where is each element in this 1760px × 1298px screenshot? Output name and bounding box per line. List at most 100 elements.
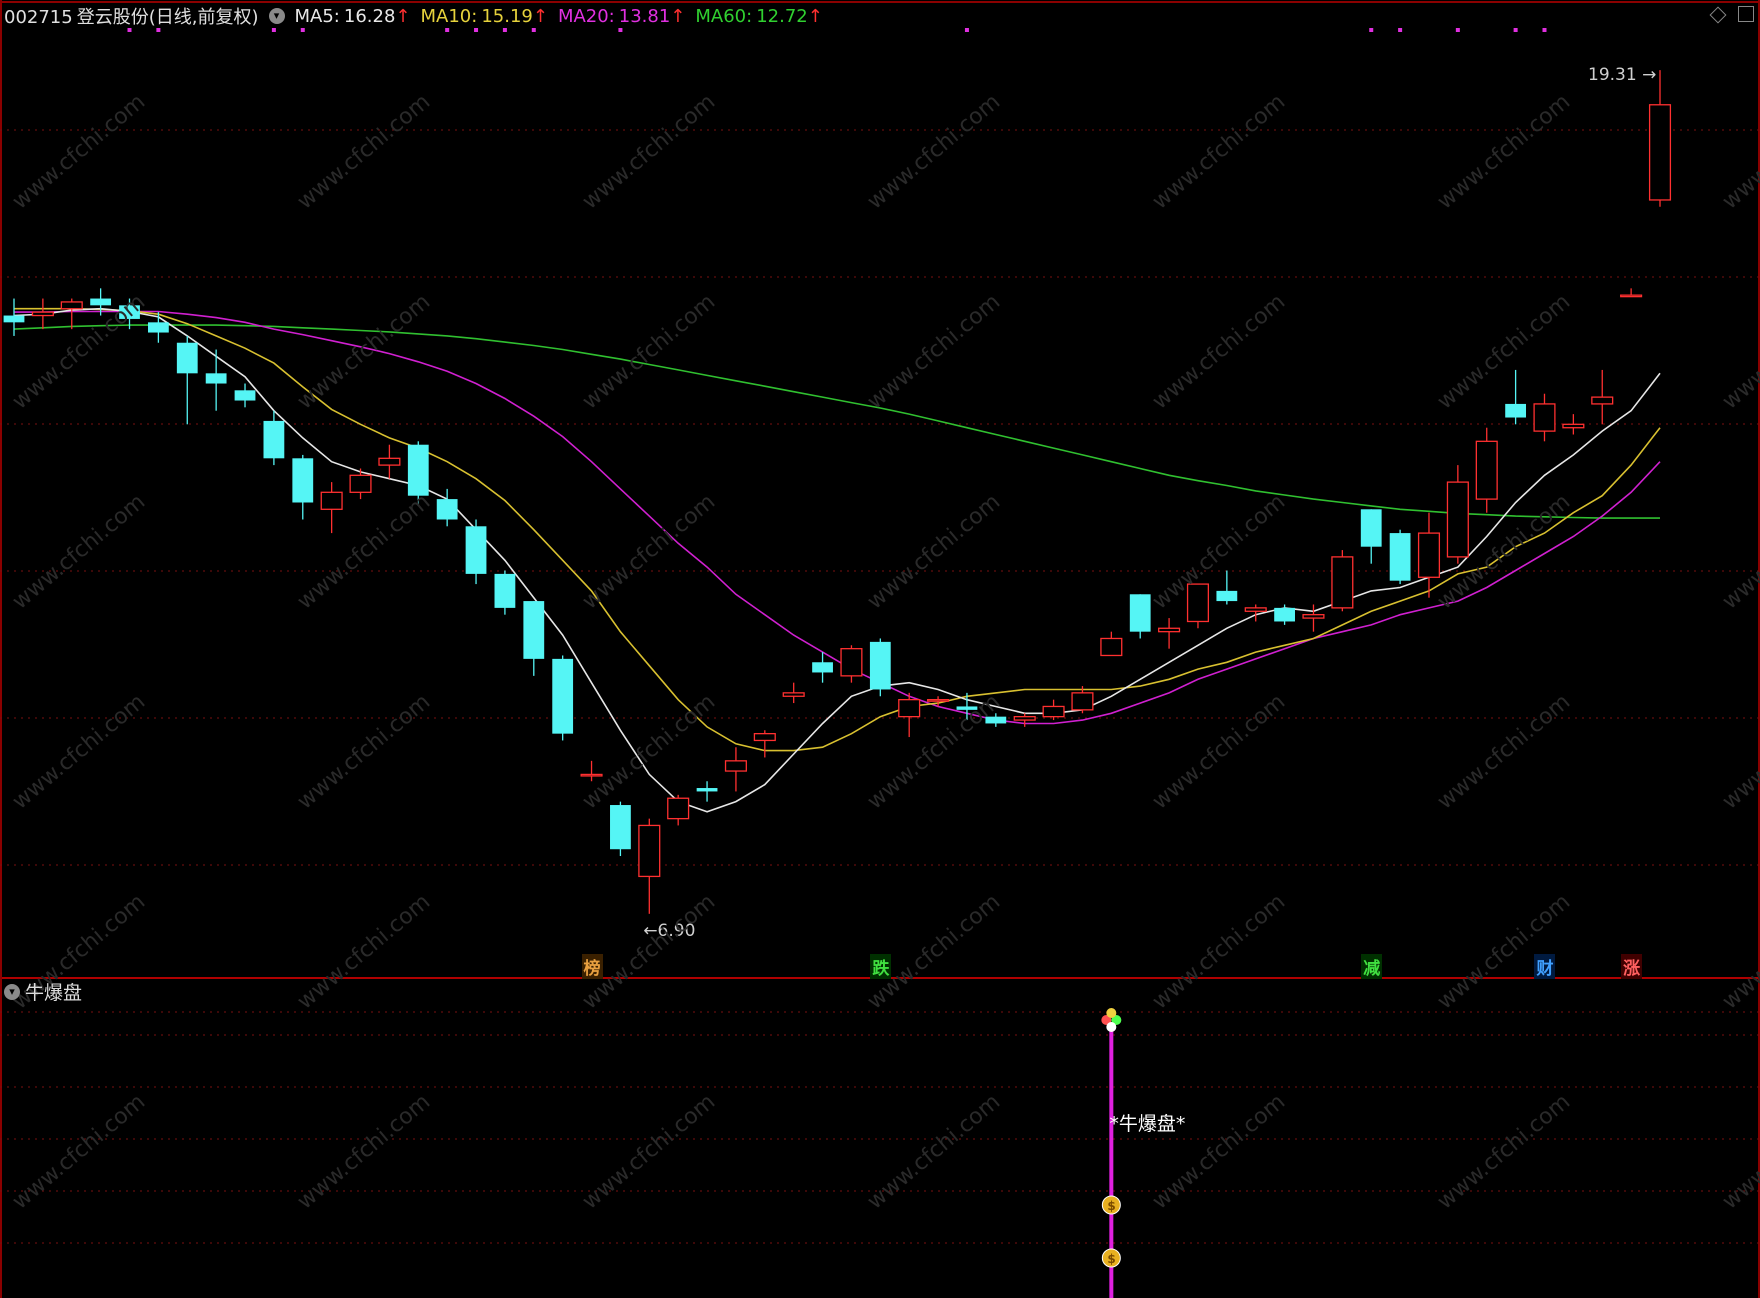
top-dot bbox=[1455, 28, 1460, 32]
top-dot bbox=[300, 28, 305, 32]
watermark: www.cfchi.com bbox=[863, 89, 1005, 214]
candle-body bbox=[753, 733, 776, 742]
candle-body bbox=[580, 773, 603, 777]
candle-body bbox=[667, 797, 690, 820]
settings-circle-icon[interactable]: ▾ bbox=[268, 8, 285, 24]
candle-body bbox=[1100, 637, 1123, 657]
candle-body bbox=[1129, 594, 1151, 632]
chart-stage[interactable]: 19.31 → ←6.90 $ $ *牛爆盘* www.cfchi.com www.cfch… bbox=[0, 0, 1760, 1298]
candle-body bbox=[1274, 607, 1295, 622]
top-dot bbox=[445, 28, 450, 32]
candle-body bbox=[1244, 607, 1267, 612]
candle-body bbox=[1071, 692, 1094, 711]
candle-body bbox=[1360, 509, 1382, 547]
candle-body bbox=[60, 301, 83, 310]
indicator-menu-icon[interactable]: ▾ bbox=[4, 983, 20, 1000]
candle-body bbox=[898, 699, 921, 718]
watermark: www.cfchi.com bbox=[8, 489, 150, 614]
candle-body bbox=[610, 805, 631, 850]
maximize-icon[interactable] bbox=[1738, 6, 1754, 22]
indicator-name: 牛爆盘 bbox=[25, 982, 83, 1004]
candle-body bbox=[1475, 440, 1498, 500]
candle-body bbox=[638, 824, 661, 878]
ma20-line bbox=[14, 310, 1661, 725]
money-bag-symbol: $ bbox=[1107, 1199, 1115, 1213]
watermark: www.cfchi.com bbox=[8, 89, 150, 214]
watermark: www.cfchi.com bbox=[1433, 689, 1575, 814]
watermark: www.cfchi.com bbox=[578, 289, 720, 414]
top-dot bbox=[1542, 28, 1547, 32]
candle-body bbox=[90, 298, 112, 306]
flower-icon bbox=[1106, 1008, 1117, 1018]
stock-code: 002715 bbox=[4, 7, 73, 28]
watermark: www.cfchi.com bbox=[293, 689, 435, 814]
signal-marker[interactable]: 涨 bbox=[1621, 954, 1643, 979]
candle-body bbox=[1417, 532, 1441, 578]
signal-marker[interactable]: 榜 bbox=[581, 954, 603, 979]
ma10-legend: MA10: 15.19↑ bbox=[420, 5, 548, 27]
watermark: www.cfchi.com bbox=[578, 89, 720, 214]
watermark: www.cfchi.com bbox=[1433, 1089, 1575, 1214]
candle-body bbox=[147, 322, 169, 333]
ma10-line bbox=[14, 307, 1661, 752]
ma5-line bbox=[13, 307, 1661, 813]
candle-body bbox=[869, 641, 891, 690]
candle-body bbox=[205, 373, 227, 384]
top-dot bbox=[531, 28, 536, 32]
flower-icon bbox=[1106, 1022, 1117, 1032]
candle-body bbox=[292, 458, 314, 503]
watermark: www.cfchi.com bbox=[578, 689, 720, 814]
watermark: www.cfchi.com bbox=[8, 689, 150, 814]
kline-chart[interactable]: 19.31 →←6.90$$*牛爆盘*www.cfchi.com www.cfch… bbox=[0, 0, 1760, 1298]
top-dot bbox=[1369, 28, 1374, 32]
candle-body bbox=[1389, 533, 1411, 581]
candle-body bbox=[1533, 403, 1556, 432]
candle-body bbox=[1013, 716, 1036, 721]
candle-body bbox=[782, 692, 805, 697]
candle-body bbox=[840, 648, 863, 677]
watermark: www.cfchi.com bbox=[1718, 289, 1760, 414]
watermark: www.cfchi.com bbox=[1718, 1089, 1760, 1214]
watermark: www.cfchi.com bbox=[1148, 289, 1290, 414]
signal-marker[interactable]: 减 bbox=[1361, 954, 1383, 979]
candle-body bbox=[1620, 294, 1643, 298]
candle-body bbox=[436, 499, 458, 520]
candle-body bbox=[1591, 396, 1614, 405]
candle-body bbox=[1042, 705, 1065, 718]
ma20-legend: MA20: 13.81↑ bbox=[557, 5, 686, 27]
watermark: www.cfchi.com bbox=[863, 689, 1005, 814]
stock-name: 登云股份 bbox=[76, 7, 149, 28]
top-dot bbox=[618, 28, 623, 32]
watermark: www.cfchi.com bbox=[293, 89, 435, 214]
high-price-label: 19.31 → bbox=[1588, 65, 1656, 85]
candle-body bbox=[552, 658, 574, 734]
ma60-legend: MA60: 12.72↑ bbox=[695, 5, 823, 27]
candle-body bbox=[1158, 627, 1181, 633]
watermark: www.cfchi.com bbox=[1433, 889, 1575, 1014]
watermark: www.cfchi.com bbox=[1433, 289, 1575, 414]
candle-body bbox=[1562, 423, 1585, 429]
candle-body bbox=[378, 457, 401, 466]
top-dot bbox=[1513, 28, 1518, 32]
ma5-legend: MA5: 16.28↑ bbox=[294, 5, 411, 27]
chart-header: 002715 登云股份(日线,前复权) ▾ MA5: 16.28↑ MA10: 15.… bbox=[4, 4, 833, 29]
candle-body bbox=[812, 662, 833, 673]
watermark: www.cfchi.com bbox=[1718, 889, 1760, 1014]
watermark: www.cfchi.com bbox=[1718, 689, 1760, 814]
candle-body bbox=[349, 474, 372, 493]
watermark: www.cfchi.com bbox=[578, 489, 720, 614]
watermark: www.cfchi.com bbox=[1148, 89, 1290, 214]
signal-marker[interactable]: 跌 bbox=[870, 954, 892, 979]
candle-body bbox=[465, 526, 487, 574]
watermark: www.cfchi.com bbox=[1148, 889, 1290, 1014]
watermark: www.cfchi.com bbox=[293, 289, 435, 414]
stock-period: (日线,前复权) bbox=[148, 7, 259, 28]
candle-body bbox=[927, 699, 950, 702]
signal-marker[interactable]: 财 bbox=[1534, 954, 1556, 979]
candle-body bbox=[320, 491, 343, 510]
indicator-title[interactable]: ▾ 牛爆盘 bbox=[4, 978, 82, 1005]
top-dot bbox=[474, 28, 479, 32]
candle-body bbox=[1331, 556, 1354, 609]
watermark: www.cfchi.com bbox=[863, 1089, 1005, 1214]
watermark: www.cfchi.com bbox=[1718, 89, 1760, 214]
